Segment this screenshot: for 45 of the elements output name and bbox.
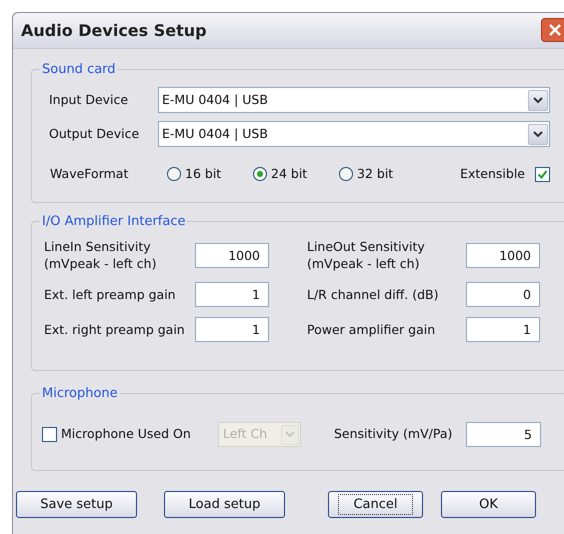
dropdown-value: E-MU 0404 | USB [162, 124, 268, 143]
checkbox-label: Extensible [460, 165, 525, 183]
dropdown[interactable]: E-MU 0404 | USB [158, 121, 550, 147]
caret-icon [285, 431, 295, 438]
checkbox[interactable] [535, 166, 550, 182]
close-icon [548, 23, 562, 37]
field-label: Sensitivity (mV/Pa) [334, 425, 454, 444]
dialog-button[interactable]: Cancel [328, 491, 423, 518]
window-title: Audio Devices Setup [21, 20, 207, 42]
number-field[interactable]: 5 [466, 422, 541, 447]
radio-button[interactable] [167, 167, 181, 182]
field-label: L/R channel diff. (dB) [307, 286, 440, 303]
field-label: Output Device [49, 124, 140, 143]
radio-button[interactable] [339, 167, 353, 182]
field-label: LineOut Sensitivity (mVpeak - left ch) [307, 238, 426, 272]
dropdown-button[interactable] [528, 124, 548, 144]
number-field[interactable]: 1000 [195, 242, 269, 268]
number-field[interactable]: 1 [195, 317, 269, 342]
number-field[interactable]: 1 [466, 317, 540, 342]
dialog-button[interactable]: Load setup [164, 491, 285, 518]
dropdown[interactable]: E-MU 0404 | USB [158, 87, 550, 113]
field-label: Ext. left preamp gain [44, 286, 177, 303]
number-field[interactable]: 1 [195, 282, 269, 307]
field-label: Ext. right preamp gain [44, 321, 186, 338]
dropdown-value: E-MU 0404 | USB [162, 90, 268, 109]
caret-icon [533, 96, 543, 104]
field-label: WaveFormat [49, 165, 130, 183]
field-label: LineIn Sensitivity (mVpeak - left ch) [44, 238, 158, 272]
field-label: Power amplifier gain [307, 321, 436, 338]
checkbox-label: Microphone Used On [61, 425, 192, 444]
caret-icon [533, 130, 543, 138]
dialog-button[interactable]: OK [441, 491, 536, 518]
radio-label: 32 bit [357, 165, 394, 183]
radio-label: 24 bit [271, 165, 308, 183]
dropdown-button[interactable] [528, 90, 548, 110]
number-field[interactable]: 0 [466, 282, 540, 307]
radio-label: 16 bit [185, 165, 222, 183]
checkbox[interactable] [42, 427, 57, 442]
dialog-button[interactable]: Save setup [16, 491, 137, 518]
field-label: Input Device [49, 90, 130, 109]
number-field[interactable]: 1000 [466, 242, 540, 268]
check-icon [537, 168, 548, 180]
radio-button[interactable] [253, 167, 267, 182]
dropdown-value: Left Ch [223, 425, 268, 444]
close-button[interactable] [541, 18, 564, 42]
